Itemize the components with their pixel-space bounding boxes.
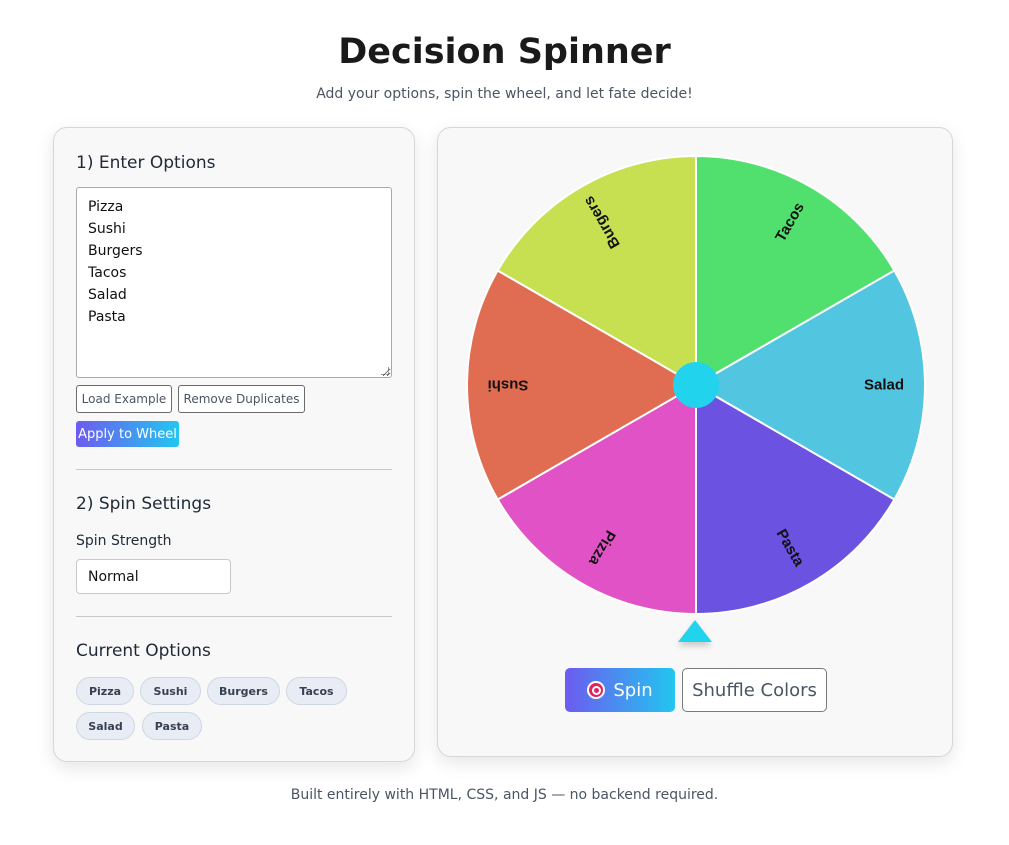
wheel-panel: Tacos Salad Pasta Pizza Sushi Burgers Spin Sh… bbox=[437, 127, 953, 757]
shuffle-colors-button[interactable]: Shuffle Colors bbox=[682, 668, 827, 712]
spinner-wheel[interactable]: Tacos Salad Pasta Pizza Sushi Burgers bbox=[466, 155, 926, 615]
resize-handle-icon[interactable] bbox=[381, 367, 389, 375]
spin-strength-value: Normal bbox=[88, 568, 139, 585]
option-chip: Salad bbox=[76, 712, 135, 740]
bullseye-icon bbox=[587, 681, 606, 699]
option-chip: Burgers bbox=[207, 677, 280, 705]
options-line: Pizza bbox=[88, 199, 124, 215]
options-textarea[interactable]: Pizza Sushi Burgers Tacos Salad Pasta bbox=[76, 187, 392, 378]
options-panel: 1) Enter Options Pizza Sushi Burgers Tac… bbox=[53, 127, 415, 762]
wheel-pointer-icon bbox=[678, 620, 712, 642]
spin-button[interactable]: Spin bbox=[565, 668, 675, 712]
option-chip: Pasta bbox=[142, 712, 202, 740]
footer-text: Built entirely with HTML, CSS, and JS — … bbox=[290, 787, 719, 803]
spin-button-label: Spin bbox=[613, 679, 653, 701]
options-line: Tacos bbox=[88, 265, 127, 281]
wheel-graphic: TacosSaladPastaPizzaSushiBurgers bbox=[466, 155, 926, 615]
section-divider bbox=[76, 469, 392, 470]
spin-settings-heading: 2) Spin Settings bbox=[76, 494, 212, 514]
option-chip: Pizza bbox=[76, 677, 134, 705]
wheel-segment-label: Salad bbox=[864, 377, 904, 394]
wheel-segment-label: Sushi bbox=[488, 377, 529, 394]
section-divider bbox=[76, 616, 392, 617]
current-options-heading: Current Options bbox=[76, 641, 211, 661]
page-subtitle: Add your options, spin the wheel, and le… bbox=[316, 86, 693, 102]
remove-duplicates-button[interactable]: Remove Duplicates bbox=[178, 385, 305, 413]
spin-strength-label: Spin Strength bbox=[76, 533, 172, 549]
options-line: Burgers bbox=[88, 243, 143, 259]
options-line: Salad bbox=[88, 287, 127, 303]
wheel-hub bbox=[673, 362, 719, 408]
page-title: Decision Spinner bbox=[338, 32, 671, 72]
spin-strength-select[interactable]: Normal bbox=[76, 559, 231, 594]
option-chip: Sushi bbox=[140, 677, 201, 705]
option-chip: Tacos bbox=[286, 677, 347, 705]
options-line: Sushi bbox=[88, 221, 126, 237]
enter-options-heading: 1) Enter Options bbox=[76, 153, 216, 173]
load-example-button[interactable]: Load Example bbox=[76, 385, 172, 413]
options-line: Pasta bbox=[88, 309, 126, 325]
apply-to-wheel-button[interactable]: Apply to Wheel bbox=[76, 421, 179, 447]
